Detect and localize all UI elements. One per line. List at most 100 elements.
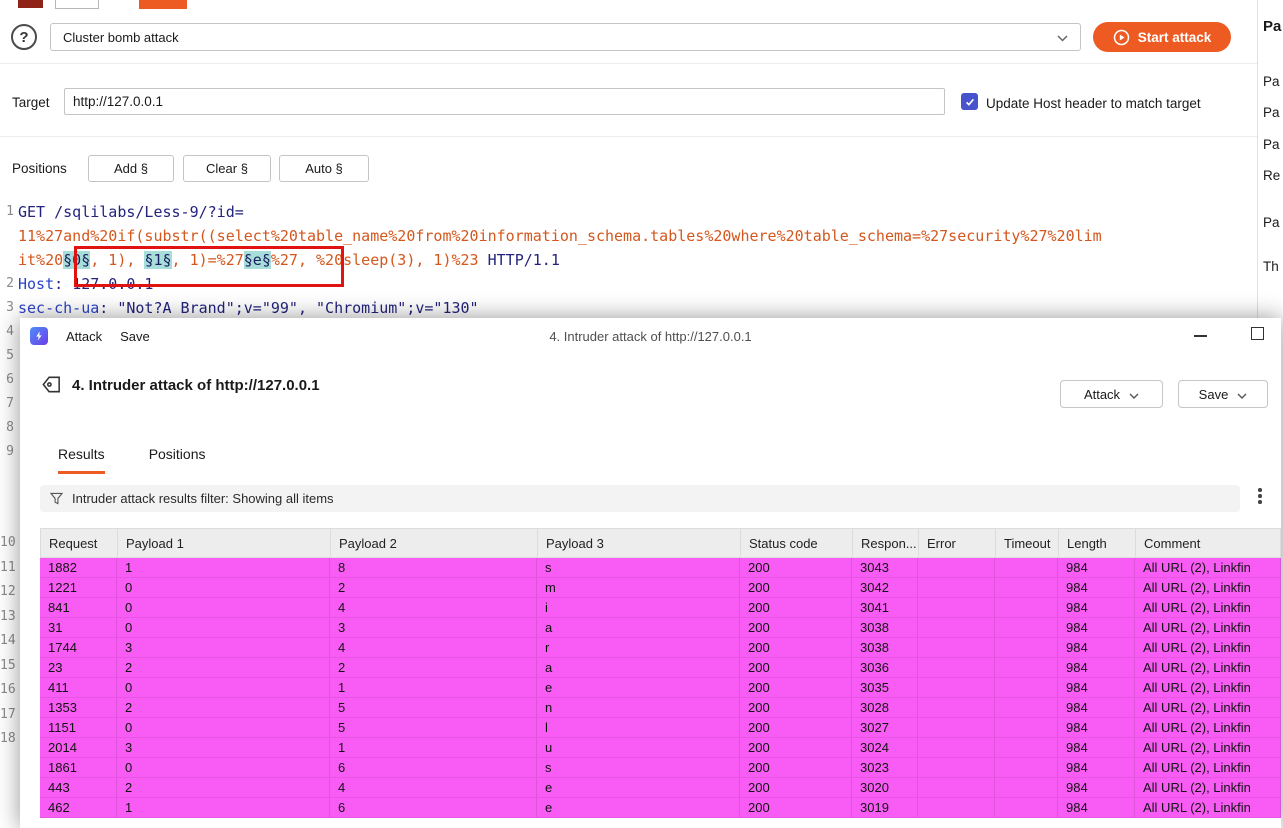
column-header-status-code[interactable]: Status code <box>741 529 853 557</box>
right-panel-item[interactable]: Th <box>1263 259 1279 274</box>
line-number: 8 <box>6 420 14 435</box>
positions-label: Positions <box>12 161 67 176</box>
line-number: 16 <box>0 682 16 697</box>
start-attack-label: Start attack <box>1137 29 1212 45</box>
request-text-segment: "Not?A Brand";v="99", "Chromium";v="130" <box>117 299 479 317</box>
line-number: 7 <box>6 396 14 411</box>
cell-status: 200 <box>740 658 852 677</box>
table-row[interactable]: 411 0 1 e 200 3035 984 All URL (2), Linkfin <box>40 678 1281 698</box>
results-filter-bar[interactable]: Intruder attack results filter: Showing … <box>40 485 1240 512</box>
cell-error <box>918 658 995 677</box>
request-text-segment: : <box>99 299 118 317</box>
cell-request: 2014 <box>40 738 117 757</box>
add-section-button[interactable]: Add § <box>88 155 174 182</box>
window-titlebar: Attack Save 4. Intruder attack of http:/… <box>20 318 1281 354</box>
column-header-payload-1[interactable]: Payload 1 <box>118 529 331 557</box>
request-line: 3 sec-ch-ua: "Not?A Brand";v="99", "Chrom… <box>0 296 1256 320</box>
table-row[interactable]: 1882 1 8 s 200 3043 984 All URL (2), Linkfin <box>40 558 1281 578</box>
line-number: 1 <box>6 204 14 219</box>
cell-comment: All URL (2), Linkfin <box>1135 738 1281 757</box>
column-header-label: Respon... <box>861 535 917 551</box>
column-header-payload-2[interactable]: Payload 2 <box>331 529 538 557</box>
right-panel-item[interactable]: Re <box>1263 168 1280 183</box>
chevron-down-icon <box>1129 387 1139 402</box>
help-icon[interactable]: ? <box>11 24 37 50</box>
menu-attack[interactable]: Attack <box>66 329 102 344</box>
cell-response: 3020 <box>852 778 918 797</box>
cell-error <box>918 738 995 757</box>
update-host-checkbox[interactable] <box>961 93 978 110</box>
attack-dropdown-button[interactable]: Attack <box>1060 380 1163 408</box>
table-row[interactable]: 31 0 3 a 200 3038 984 All URL (2), Linkfin <box>40 618 1281 638</box>
cell-response: 3043 <box>852 558 918 577</box>
line-number: 13 <box>0 608 16 624</box>
cell-p3: m <box>537 578 740 597</box>
column-header-timeout[interactable]: Timeout <box>996 529 1059 557</box>
cell-comment: All URL (2), Linkfin <box>1135 598 1281 617</box>
table-row[interactable]: 1221 0 2 m 200 3042 984 All URL (2), Linkfin <box>40 578 1281 598</box>
cell-p3: e <box>537 778 740 797</box>
target-label: Target <box>12 95 50 110</box>
table-row[interactable]: 1151 0 5 l 200 3027 984 All URL (2), Linkfin <box>40 718 1281 738</box>
cell-status: 200 <box>740 578 852 597</box>
right-panel-item[interactable]: Pa <box>1263 137 1280 152</box>
line-number: 17 <box>0 706 16 722</box>
minimize-button[interactable] <box>1194 335 1207 337</box>
request-text-segment: it%20 <box>18 251 64 269</box>
cell-length: 984 <box>1058 658 1135 677</box>
column-header-request[interactable]: Request <box>41 529 118 557</box>
start-attack-button[interactable]: Start attack <box>1093 22 1231 52</box>
auto-section-button[interactable]: Auto § <box>279 155 369 182</box>
tab-positions[interactable]: Positions <box>149 446 206 474</box>
menu-save[interactable]: Save <box>120 329 150 344</box>
maximize-button[interactable] <box>1251 327 1264 340</box>
table-row[interactable]: 2014 3 1 u 200 3024 984 All URL (2), Linkfin <box>40 738 1281 758</box>
table-row[interactable]: 841 0 4 i 200 3041 984 All URL (2), Linkfin <box>40 598 1281 618</box>
line-number: 5 <box>6 348 14 363</box>
request-line-content: GET /sqlilabs/Less-9/?id= <box>18 200 244 224</box>
cell-error <box>918 778 995 797</box>
right-panel-item[interactable]: Pa <box>1263 74 1280 89</box>
cell-length: 984 <box>1058 578 1135 597</box>
cell-p1: 2 <box>117 778 330 797</box>
clear-section-button[interactable]: Clear § <box>183 155 271 182</box>
column-header-length[interactable]: Length <box>1059 529 1136 557</box>
cell-p2: 8 <box>330 558 537 577</box>
cell-status: 200 <box>740 758 852 777</box>
tab-remnant-orange <box>139 0 187 9</box>
cell-status: 200 <box>740 718 852 737</box>
table-row[interactable]: 1861 0 6 s 200 3023 984 All URL (2), Linkfin <box>40 758 1281 778</box>
table-row[interactable]: 1353 2 5 n 200 3028 984 All URL (2), Linkfin <box>40 698 1281 718</box>
cell-p3: a <box>537 658 740 677</box>
target-input[interactable] <box>64 88 945 115</box>
column-header-payload-3[interactable]: Payload 3 <box>538 529 741 557</box>
cell-length: 984 <box>1058 738 1135 757</box>
table-row[interactable]: 443 2 4 e 200 3020 984 All URL (2), Linkfin <box>40 778 1281 798</box>
cell-p2: 2 <box>330 658 537 677</box>
kebab-menu-icon[interactable] <box>1258 488 1262 504</box>
cell-comment: All URL (2), Linkfin <box>1135 618 1281 637</box>
cell-length: 984 <box>1058 598 1135 617</box>
line-number <box>0 248 18 272</box>
cell-p2: 2 <box>330 578 537 597</box>
cell-comment: All URL (2), Linkfin <box>1135 658 1281 677</box>
request-line: 1 GET /sqlilabs/Less-9/?id= <box>0 200 1256 224</box>
right-panel-item[interactable]: Pa <box>1263 215 1280 230</box>
table-row[interactable]: 1744 3 4 r 200 3038 984 All URL (2), Linkfin <box>40 638 1281 658</box>
column-header-comment[interactable]: Comment <box>1136 529 1281 557</box>
attack-type-select[interactable]: Cluster bomb attack <box>50 23 1081 51</box>
right-panel-item[interactable]: Pa <box>1263 105 1280 120</box>
save-dropdown-button[interactable]: Save <box>1178 380 1268 408</box>
line-number-gutter: 10 11 12 13 14 15 16 17 18 <box>0 531 18 752</box>
table-row[interactable]: 462 1 6 e 200 3019 984 All URL (2), Linkfin <box>40 798 1281 818</box>
cell-request: 411 <box>40 678 117 697</box>
cell-status: 200 <box>740 678 852 697</box>
column-header-error[interactable]: Error <box>919 529 996 557</box>
tab-results[interactable]: Results <box>58 446 105 474</box>
cell-request: 1151 <box>40 718 117 737</box>
column-header-respon[interactable]: Respon... <box>853 529 919 557</box>
table-row[interactable]: 23 2 2 a 200 3036 984 All URL (2), Linkfin <box>40 658 1281 678</box>
red-annotation-rectangle <box>74 246 344 287</box>
cell-request: 841 <box>40 598 117 617</box>
cell-status: 200 <box>740 798 852 817</box>
